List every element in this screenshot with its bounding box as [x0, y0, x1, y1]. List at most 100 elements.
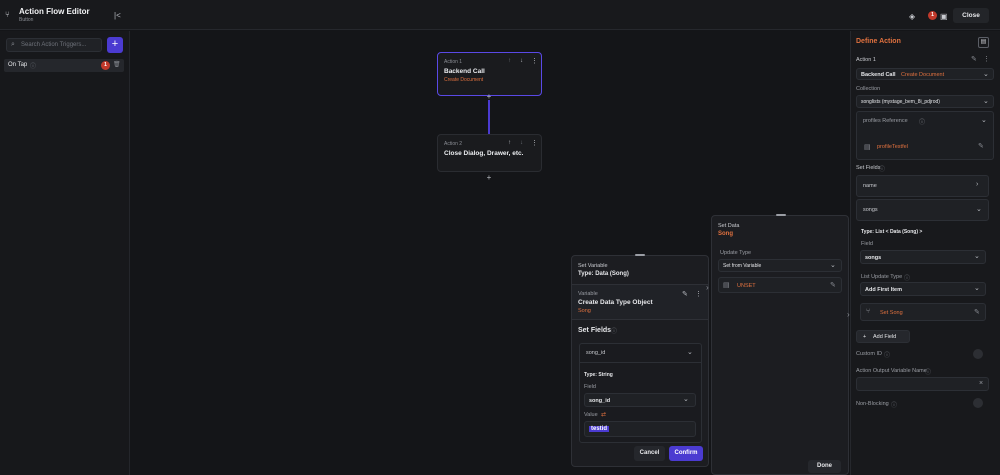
drag-handle[interactable]	[635, 254, 645, 256]
song-id-header[interactable]: song_id ⌄	[580, 344, 701, 363]
more-icon[interactable]: ⋮	[983, 55, 990, 63]
arrow-down-icon[interactable]: ↓	[520, 58, 523, 64]
variable-box[interactable]: Variable Create Data Type Object Song ✎ …	[572, 284, 708, 320]
trash-icon[interactable]: 🗑	[113, 61, 121, 68]
type-label: Type: List < Data (Song) >	[861, 229, 923, 235]
collection-label: Collection	[856, 86, 881, 92]
action-flow-editor: ⑂ Action Flow Editor Button |< ◈ 1 ▣ Clo…	[0, 0, 1000, 475]
variable-title: Create Data Type Object	[578, 299, 653, 306]
action-output-label: Action Output Variable Name	[856, 368, 927, 374]
action-1-title: Backend Call	[444, 68, 485, 75]
chevron-down-icon: ⌄	[983, 71, 989, 78]
action-1-subtitle: Create Document	[444, 77, 484, 83]
more-icon[interactable]: ⋮	[695, 290, 702, 298]
arrow-up-icon[interactable]: ↑	[508, 58, 511, 64]
list-update-select[interactable]: Add First Item ⌄	[860, 282, 986, 296]
variable-icon: ⑂	[866, 308, 871, 315]
add-field-label: Add Field	[873, 334, 897, 340]
more-icon[interactable]: ⋮	[531, 139, 538, 147]
set-song-row[interactable]: ⑂ Set Song ✎	[860, 303, 986, 321]
arrow-down-icon[interactable]: ↓	[520, 140, 523, 146]
set-fields-label: Set Fields	[856, 165, 881, 171]
gem-icon[interactable]: ◈	[909, 12, 915, 21]
list-update-value: Add First Item	[865, 287, 902, 293]
info-icon: ⓘ	[925, 370, 932, 376]
custom-id-label: Custom ID	[856, 351, 882, 357]
action-node-1[interactable]: Action 1 Backend Call Create Document ↑ …	[437, 52, 542, 96]
panel-link-arrow: ›	[847, 310, 850, 319]
info-icon: ⓘ	[879, 167, 886, 173]
define-action-title: Define Action	[856, 38, 901, 45]
done-button[interactable]: Done	[808, 460, 841, 473]
collection-select[interactable]: songlists (mystage_bem_8i_pdjrod) ⌄	[856, 95, 994, 108]
profiles-reference-group: profiles Reference ⓘ ⌄ ▤ profileTestfel …	[856, 111, 994, 160]
value-label: Value	[584, 412, 598, 418]
list-update-label: List Update Type	[861, 274, 903, 280]
edit-icon[interactable]: ✎	[682, 290, 688, 298]
edit-icon[interactable]: ✎	[971, 55, 977, 63]
search-icon: ⌕	[11, 41, 15, 48]
trigger-item-on-tap[interactable]: On Tap ⓘ 1 🗑	[4, 59, 124, 72]
docs-icon[interactable]: ▤	[978, 37, 989, 48]
flow-connector	[488, 100, 490, 134]
page-title: Action Flow Editor	[19, 7, 90, 16]
confirm-button[interactable]: Confirm	[669, 446, 703, 461]
info-icon: ⓘ	[611, 329, 618, 335]
clipboard-icon[interactable]: ▣	[940, 12, 948, 21]
issues-badge[interactable]: 1	[928, 11, 937, 20]
field-value: songs	[865, 255, 882, 261]
set-variable-label: Set Variable	[578, 263, 608, 269]
add-trigger-button[interactable]: +	[107, 37, 123, 53]
field-value: song_id	[589, 398, 611, 404]
info-icon: ⓘ	[904, 276, 911, 282]
value-text: testid	[589, 426, 610, 432]
field-name-row[interactable]: name ›	[856, 175, 989, 197]
field-select[interactable]: songs ⌄	[860, 250, 986, 264]
chevron-right-icon: ›	[976, 181, 979, 188]
close-button[interactable]: Close	[953, 8, 989, 23]
edit-icon[interactable]: ✎	[974, 308, 980, 316]
arrow-up-icon[interactable]: ↑	[508, 140, 511, 146]
chevron-down-icon: ⌄	[830, 262, 836, 269]
panel-link-arrow: ›	[706, 283, 709, 292]
top-bar: ⑂ Action Flow Editor Button |< ◈ 1 ▣ Clo…	[0, 0, 1000, 30]
unset-row[interactable]: ▤ UNSET ✎	[718, 277, 842, 293]
chevron-down-icon: ⌄	[974, 253, 980, 260]
set-variable-type: Type: Data (Song)	[578, 271, 629, 277]
profile-testfel[interactable]: profileTestfel	[877, 144, 908, 150]
action-type-select[interactable]: Backend Call Create Document ⌄	[856, 68, 994, 80]
unset-label: UNSET	[737, 283, 756, 289]
edit-icon[interactable]: ✎	[830, 281, 836, 289]
plus-icon: +	[863, 334, 867, 340]
add-field-button[interactable]: + Add Field	[856, 330, 910, 343]
field-songs-row[interactable]: songs ⌄	[856, 199, 989, 221]
more-icon[interactable]: ⋮	[531, 57, 538, 65]
chevron-down-icon[interactable]: ⌄	[981, 116, 987, 124]
info-icon: ⓘ	[884, 353, 891, 359]
set-variable-panel: Set Variable Type: Data (Song) Variable …	[571, 254, 709, 467]
cancel-button[interactable]: Cancel	[634, 446, 665, 461]
swap-icon[interactable]: ⇄	[601, 411, 606, 418]
edit-icon[interactable]: ✎	[978, 142, 984, 150]
action-output-input[interactable]: ×	[856, 377, 989, 391]
collapse-panel-icon[interactable]: |<	[114, 11, 121, 20]
field-label: Field	[861, 241, 873, 247]
update-type-label: Update Type	[720, 250, 752, 256]
clear-icon[interactable]: ×	[979, 380, 983, 387]
page-subtitle: Button	[19, 17, 34, 23]
add-action-plus-2[interactable]: +	[485, 174, 493, 182]
field-select[interactable]: song_id ⌄	[584, 393, 696, 407]
search-input[interactable]: ⌕ Search Action Triggers...	[6, 38, 102, 52]
action-2-title: Close Dialog, Drawer, etc.	[444, 150, 524, 157]
value-input[interactable]: testid	[584, 421, 696, 437]
field-label: Field	[584, 384, 596, 390]
action-node-2[interactable]: Action 2 Close Dialog, Drawer, etc. ↑ ↓ …	[437, 134, 542, 172]
non-blocking-toggle[interactable]	[973, 398, 983, 408]
update-type-select[interactable]: Set from Variable ⌄	[718, 259, 842, 272]
chevron-down-icon: ⌄	[687, 349, 693, 356]
add-action-plus-1[interactable]: +	[485, 93, 493, 101]
drag-handle[interactable]	[776, 214, 786, 216]
chevron-down-icon: ⌄	[683, 396, 689, 403]
custom-id-toggle[interactable]	[973, 349, 983, 359]
set-song-label: Set Song	[880, 310, 903, 316]
